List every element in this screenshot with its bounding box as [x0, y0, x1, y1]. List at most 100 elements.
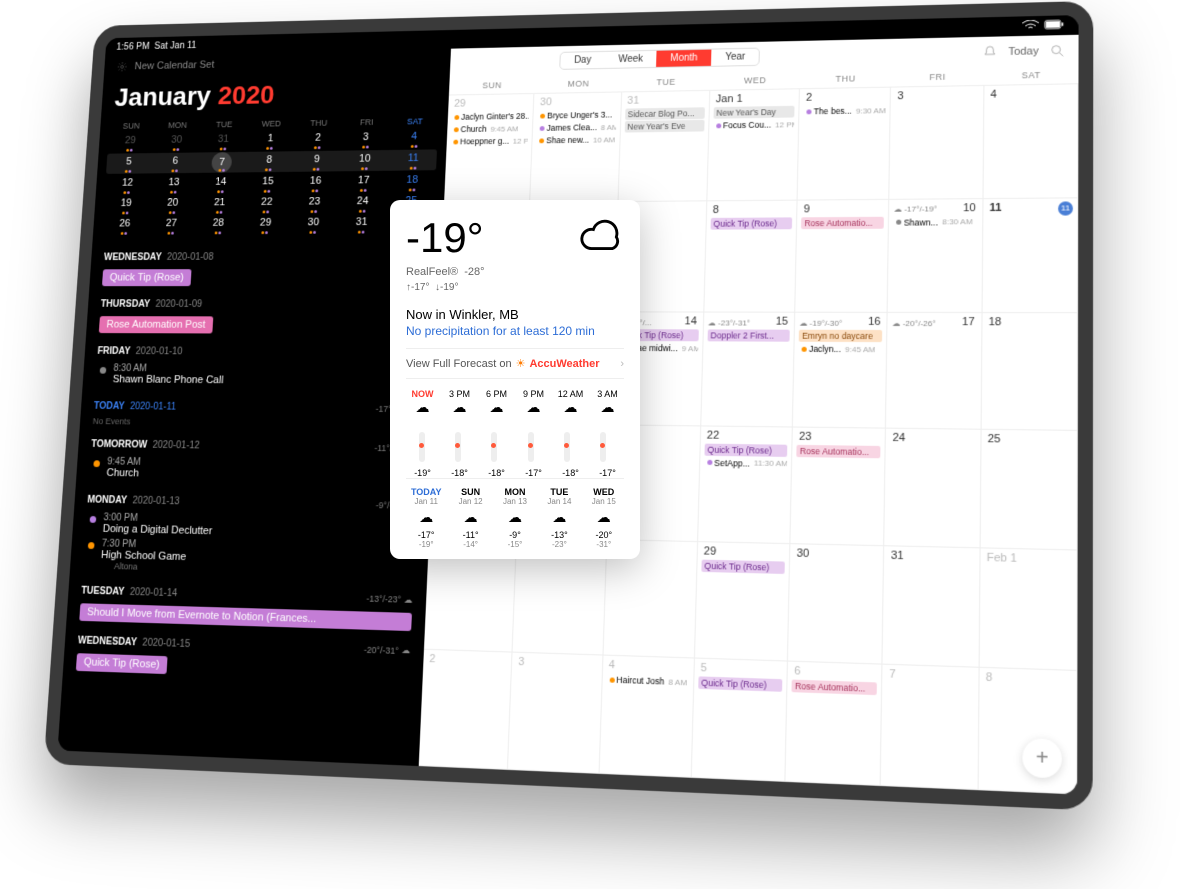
day-cell[interactable]: ☁ -20°/-26°17 — [886, 313, 982, 430]
day-cell[interactable]: 30 — [788, 544, 885, 665]
mini-cal-day[interactable]: 12 — [105, 174, 151, 195]
day-cell[interactable]: 24 — [885, 429, 982, 548]
day-cell[interactable]: 2 — [419, 650, 513, 770]
bell-icon[interactable] — [981, 44, 998, 60]
month-event[interactable]: The bes...9:30 AM — [803, 104, 886, 117]
month-event[interactable]: Jaclyn Ginter's 28... — [451, 110, 529, 123]
month-event[interactable]: New Year's Day — [713, 106, 794, 119]
month-event[interactable]: Rose Automatio... — [792, 680, 878, 696]
day-cell[interactable]: ☁ -23°/-31°15Doppler 2 First... — [701, 313, 795, 428]
month-event[interactable]: Haircut Josh8 AM — [606, 674, 689, 689]
mini-cal-day[interactable]: 9 — [293, 151, 340, 172]
day-cell[interactable]: 8 — [978, 668, 1077, 794]
today-button[interactable]: Today — [1008, 45, 1039, 57]
mini-cal-day[interactable]: 11 — [389, 149, 437, 170]
day-cell[interactable]: 5Quick Tip (Rose) — [692, 659, 789, 782]
mini-cal-day[interactable]: 28 — [195, 214, 242, 235]
mini-cal-day[interactable]: 10 — [341, 150, 388, 171]
month-event[interactable]: Hoeppner g...12 PM — [450, 135, 528, 147]
month-event[interactable]: Emryn no daycare — [799, 330, 883, 342]
view-month[interactable]: Month — [656, 50, 711, 67]
day-cell[interactable]: 2The bes...9:30 AM — [798, 88, 892, 201]
mini-cal-day[interactable]: 13 — [151, 174, 197, 195]
mini-cal-day[interactable]: 19 — [103, 195, 149, 216]
mini-cal-day[interactable]: 22 — [243, 193, 290, 214]
mini-cal-day[interactable]: 8 — [246, 151, 293, 172]
day-cell[interactable]: 6Rose Automatio... — [786, 662, 883, 786]
mini-cal-day[interactable]: 29 — [107, 132, 153, 153]
view-week[interactable]: Week — [604, 51, 656, 68]
day-cell[interactable]: 22Quick Tip (Rose)SetApp...11:30 AM — [698, 426, 793, 543]
mini-cal-day[interactable]: 30 — [154, 131, 200, 152]
day-cell[interactable]: 3 — [890, 86, 984, 200]
mini-cal-day[interactable]: 24 — [339, 193, 387, 214]
month-event[interactable]: Church9:45 AM — [451, 123, 529, 136]
day-cell[interactable]: 7 — [881, 665, 979, 790]
month-event[interactable]: Rose Automatio... — [796, 445, 880, 458]
mini-cal-day[interactable]: 14 — [197, 173, 243, 194]
month-event[interactable]: James Clea...8 AM — [537, 121, 616, 134]
event-chip[interactable]: Rose Automation Post — [99, 316, 213, 333]
agenda-event[interactable]: 9:45 AMChurch — [89, 454, 419, 486]
month-event[interactable]: Jaclyn...9:45 AM — [799, 343, 883, 356]
accuweather-link[interactable]: View Full Forecast on ☀ AccuWeather › — [406, 348, 624, 378]
month-event[interactable]: Shawn...8:30 AM — [893, 216, 977, 229]
mini-cal-day[interactable]: 1 — [247, 130, 294, 151]
day-cell[interactable]: 25 — [980, 430, 1078, 550]
mini-cal-day[interactable]: 21 — [196, 194, 243, 215]
view-day[interactable]: Day — [560, 52, 605, 69]
month-event[interactable]: Rose Automatio... — [801, 216, 884, 228]
day-cell[interactable]: 23Rose Automatio... — [791, 428, 887, 546]
day-cell[interactable]: 8Quick Tip (Rose) — [704, 200, 798, 313]
mini-cal-day[interactable]: 27 — [148, 215, 194, 236]
mini-cal-day[interactable]: 17 — [340, 172, 387, 193]
month-event[interactable]: Focus Cou...12 PM — [713, 118, 794, 131]
day-cell[interactable]: 4 — [983, 84, 1078, 199]
month-event[interactable]: Quick Tip (Rose) — [704, 444, 787, 457]
month-event[interactable]: Bryce Unger's 3... — [537, 109, 616, 122]
month-event[interactable]: Quick Tip (Rose) — [701, 559, 785, 573]
day-cell[interactable]: Feb 1 — [979, 548, 1077, 671]
mini-cal-day[interactable]: 3 — [342, 128, 389, 149]
mini-cal-day[interactable]: 5 — [106, 153, 152, 174]
day-cell[interactable]: 4Haircut Josh8 AM — [599, 656, 695, 778]
view-segmented[interactable]: DayWeekMonthYear — [559, 48, 760, 70]
gear-icon[interactable] — [116, 61, 127, 72]
mini-cal-day[interactable]: 18 — [388, 171, 436, 192]
day-cell[interactable]: 18 — [981, 313, 1078, 431]
day-cell[interactable]: Jan 1New Year's DayFocus Cou...12 PM — [707, 89, 800, 201]
month-event[interactable]: Quick Tip (Rose) — [710, 217, 792, 229]
mini-cal-day[interactable]: 26 — [102, 215, 148, 236]
day-cell[interactable]: 3 — [508, 653, 603, 774]
mini-cal-day[interactable]: 7 — [211, 152, 232, 173]
day-cell[interactable]: 31Sidecar Blog Po...New Year's Eve — [618, 91, 710, 202]
day-cell[interactable]: 31 — [883, 546, 980, 668]
agenda-event[interactable]: 7:30 PMHigh School GameAltona — [83, 536, 416, 581]
mini-cal-day[interactable]: 15 — [245, 173, 292, 194]
month-event[interactable]: Doppler 2 First... — [707, 330, 790, 342]
month-event[interactable]: New Year's Eve — [624, 120, 704, 133]
day-cell[interactable]: 29Jaclyn Ginter's 28...Church9:45 AMHoep… — [444, 94, 535, 203]
mini-cal-day[interactable]: 4 — [390, 128, 438, 149]
event-chip[interactable]: Quick Tip (Rose) — [76, 653, 168, 674]
mini-cal-day[interactable]: 20 — [149, 194, 195, 215]
month-event[interactable]: SetApp...11:30 AM — [704, 457, 787, 470]
mini-cal-day[interactable]: 6 — [152, 153, 198, 174]
add-event-button[interactable]: + — [1022, 738, 1062, 779]
agenda-list[interactable]: WEDNESDAY2020-01-08Quick Tip (Rose)THURS… — [58, 238, 443, 766]
month-event[interactable]: Shae new...10 AM — [536, 134, 615, 147]
mini-cal-day[interactable]: 29 — [242, 214, 289, 235]
mini-cal-day[interactable]: 2 — [294, 129, 341, 150]
agenda-event[interactable]: 8:30 AMShawn Blanc Phone Call — [95, 361, 423, 389]
mini-cal-day[interactable]: 16 — [292, 172, 339, 193]
day-cell[interactable]: ☁ -19°/-30°16Emryn no daycareJaclyn...9:… — [793, 313, 888, 429]
month-event[interactable]: Sidecar Blog Po... — [625, 107, 705, 120]
month-event[interactable]: Quick Tip (Rose) — [698, 677, 782, 692]
day-cell[interactable]: 9Rose Automatio... — [795, 200, 889, 314]
mini-cal-day[interactable]: 31 — [338, 213, 386, 234]
view-year[interactable]: Year — [711, 49, 759, 66]
event-chip[interactable]: Quick Tip (Rose) — [102, 269, 192, 286]
mini-cal-day[interactable]: 30 — [290, 214, 337, 235]
day-cell[interactable]: 1111 — [982, 198, 1078, 314]
day-cell[interactable]: ☁ -17°/-19°10Shawn...8:30 AM — [888, 199, 983, 314]
